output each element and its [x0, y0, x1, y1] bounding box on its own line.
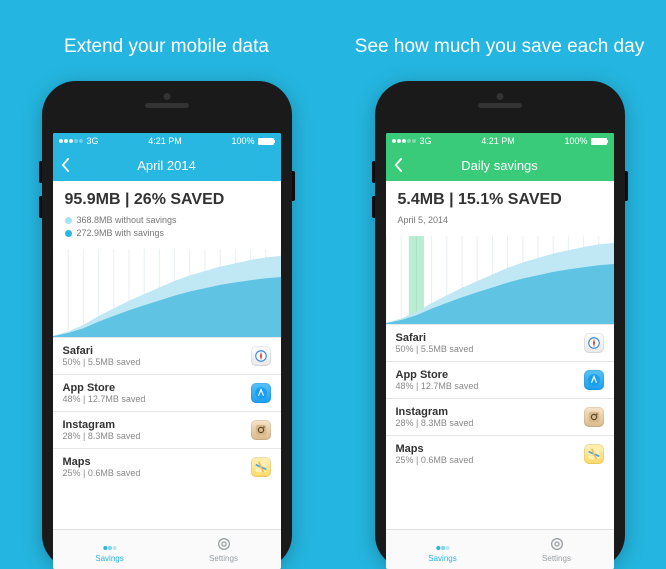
safari-icon: [251, 346, 271, 366]
app-savings-sub: 48% | 12.7MB saved: [396, 381, 479, 391]
phone-side-button: [39, 161, 42, 183]
nav-title: April 2014: [137, 158, 196, 173]
app-list: Safari50% | 5.5MB savedApp Store48% | 12…: [53, 337, 281, 485]
summary-card: 5.4MB | 15.1% SAVED April 5, 2014: [386, 181, 614, 236]
tab-savings[interactable]: Savings: [386, 530, 500, 569]
status-bar: 3G 4:21 PM 100%: [53, 133, 281, 149]
tab-bar: Savings Settings: [386, 529, 614, 569]
battery-icon: [258, 138, 274, 145]
promo-panel-right: See how much you save each day 3G 4:21 P…: [333, 0, 666, 569]
battery-icon: [591, 138, 607, 145]
back-button[interactable]: [61, 158, 70, 172]
legend-with-label: 272.9MB with savings: [77, 228, 165, 238]
phone-screen: 3G 4:21 PM 100% Daily savings 5.4MB | 15…: [386, 133, 614, 569]
tab-savings-label: Savings: [95, 554, 123, 563]
app-row[interactable]: Safari50% | 5.5MB saved: [53, 337, 281, 374]
app-savings-sub: 25% | 0.6MB saved: [396, 455, 474, 465]
legend-row: 272.9MB with savings: [65, 228, 269, 238]
maps-icon: [251, 457, 271, 477]
instagram-icon: [584, 407, 604, 427]
appstore-icon: [251, 383, 271, 403]
signal-dots-icon: [59, 139, 83, 143]
appstore-icon: [584, 370, 604, 390]
phone-screen: 3G 4:21 PM 100% April 2014 95.9MB | 26% …: [53, 133, 281, 569]
tab-settings[interactable]: Settings: [167, 530, 281, 569]
usage-chart: [386, 236, 614, 324]
app-name: Maps: [396, 443, 474, 455]
app-name: Instagram: [63, 419, 141, 431]
app-row[interactable]: Instagram28% | 8.3MB saved: [386, 398, 614, 435]
gear-icon: [216, 536, 232, 552]
app-savings-sub: 28% | 8.3MB saved: [63, 431, 141, 441]
back-button[interactable]: [394, 158, 403, 172]
network-label: 3G: [87, 136, 99, 146]
nav-header: April 2014: [53, 149, 281, 181]
phone-side-button: [372, 196, 375, 218]
clock-label: 4:21 PM: [481, 136, 515, 146]
nav-title: Daily savings: [461, 158, 538, 173]
status-bar: 3G 4:21 PM 100%: [386, 133, 614, 149]
tab-savings[interactable]: Savings: [53, 530, 167, 569]
legend-dot-icon: [65, 230, 72, 237]
usage-chart: [53, 249, 281, 337]
savings-icon: [102, 536, 118, 552]
app-savings-sub: 48% | 12.7MB saved: [63, 394, 146, 404]
chevron-left-icon: [394, 158, 403, 172]
signal-dots-icon: [392, 139, 416, 143]
phone-power-button: [292, 171, 295, 201]
app-row[interactable]: App Store48% | 12.7MB saved: [53, 374, 281, 411]
tab-settings-label: Settings: [542, 554, 571, 563]
phone-mockup: 3G 4:21 PM 100% April 2014 95.9MB | 26% …: [42, 81, 292, 569]
app-name: Safari: [396, 332, 474, 344]
legend-row: 368.8MB without savings: [65, 215, 269, 225]
app-row[interactable]: Safari50% | 5.5MB saved: [386, 324, 614, 361]
tab-settings-label: Settings: [209, 554, 238, 563]
tab-settings[interactable]: Settings: [500, 530, 614, 569]
phone-side-button: [372, 161, 375, 183]
tab-savings-label: Savings: [428, 554, 456, 563]
legend-without-label: 368.8MB without savings: [77, 215, 177, 225]
savings-icon: [435, 536, 451, 552]
gear-icon: [549, 536, 565, 552]
network-label: 3G: [420, 136, 432, 146]
instagram-icon: [251, 420, 271, 440]
summary-date: April 5, 2014: [398, 215, 602, 225]
app-name: Safari: [63, 345, 141, 357]
app-name: App Store: [63, 382, 146, 394]
app-savings-sub: 28% | 8.3MB saved: [396, 418, 474, 428]
app-savings-sub: 50% | 5.5MB saved: [63, 357, 141, 367]
battery-pct: 100%: [231, 136, 254, 146]
chevron-left-icon: [61, 158, 70, 172]
app-row[interactable]: Maps25% | 0.6MB saved: [386, 435, 614, 472]
app-name: Instagram: [396, 406, 474, 418]
app-row[interactable]: Instagram28% | 8.3MB saved: [53, 411, 281, 448]
clock-label: 4:21 PM: [148, 136, 182, 146]
summary-card: 95.9MB | 26% SAVED 368.8MB without savin…: [53, 181, 281, 249]
panel-caption: Extend your mobile data: [44, 24, 289, 71]
app-savings-sub: 25% | 0.6MB saved: [63, 468, 141, 478]
app-row[interactable]: Maps25% | 0.6MB saved: [53, 448, 281, 485]
app-list: Safari50% | 5.5MB savedApp Store48% | 12…: [386, 324, 614, 472]
app-name: Maps: [63, 456, 141, 468]
app-savings-sub: 50% | 5.5MB saved: [396, 344, 474, 354]
app-row[interactable]: App Store48% | 12.7MB saved: [386, 361, 614, 398]
panel-caption: See how much you save each day: [335, 24, 664, 71]
summary-headline: 5.4MB | 15.1% SAVED: [398, 191, 602, 209]
battery-pct: 100%: [564, 136, 587, 146]
phone-side-button: [39, 196, 42, 218]
maps-icon: [584, 444, 604, 464]
app-name: App Store: [396, 369, 479, 381]
safari-icon: [584, 333, 604, 353]
tab-bar: Savings Settings: [53, 529, 281, 569]
promo-panel-left: Extend your mobile data 3G 4:21 PM 100%: [0, 0, 333, 569]
phone-mockup: 3G 4:21 PM 100% Daily savings 5.4MB | 15…: [375, 81, 625, 569]
summary-headline: 95.9MB | 26% SAVED: [65, 191, 269, 209]
nav-header: Daily savings: [386, 149, 614, 181]
phone-power-button: [625, 171, 628, 201]
legend-dot-icon: [65, 217, 72, 224]
